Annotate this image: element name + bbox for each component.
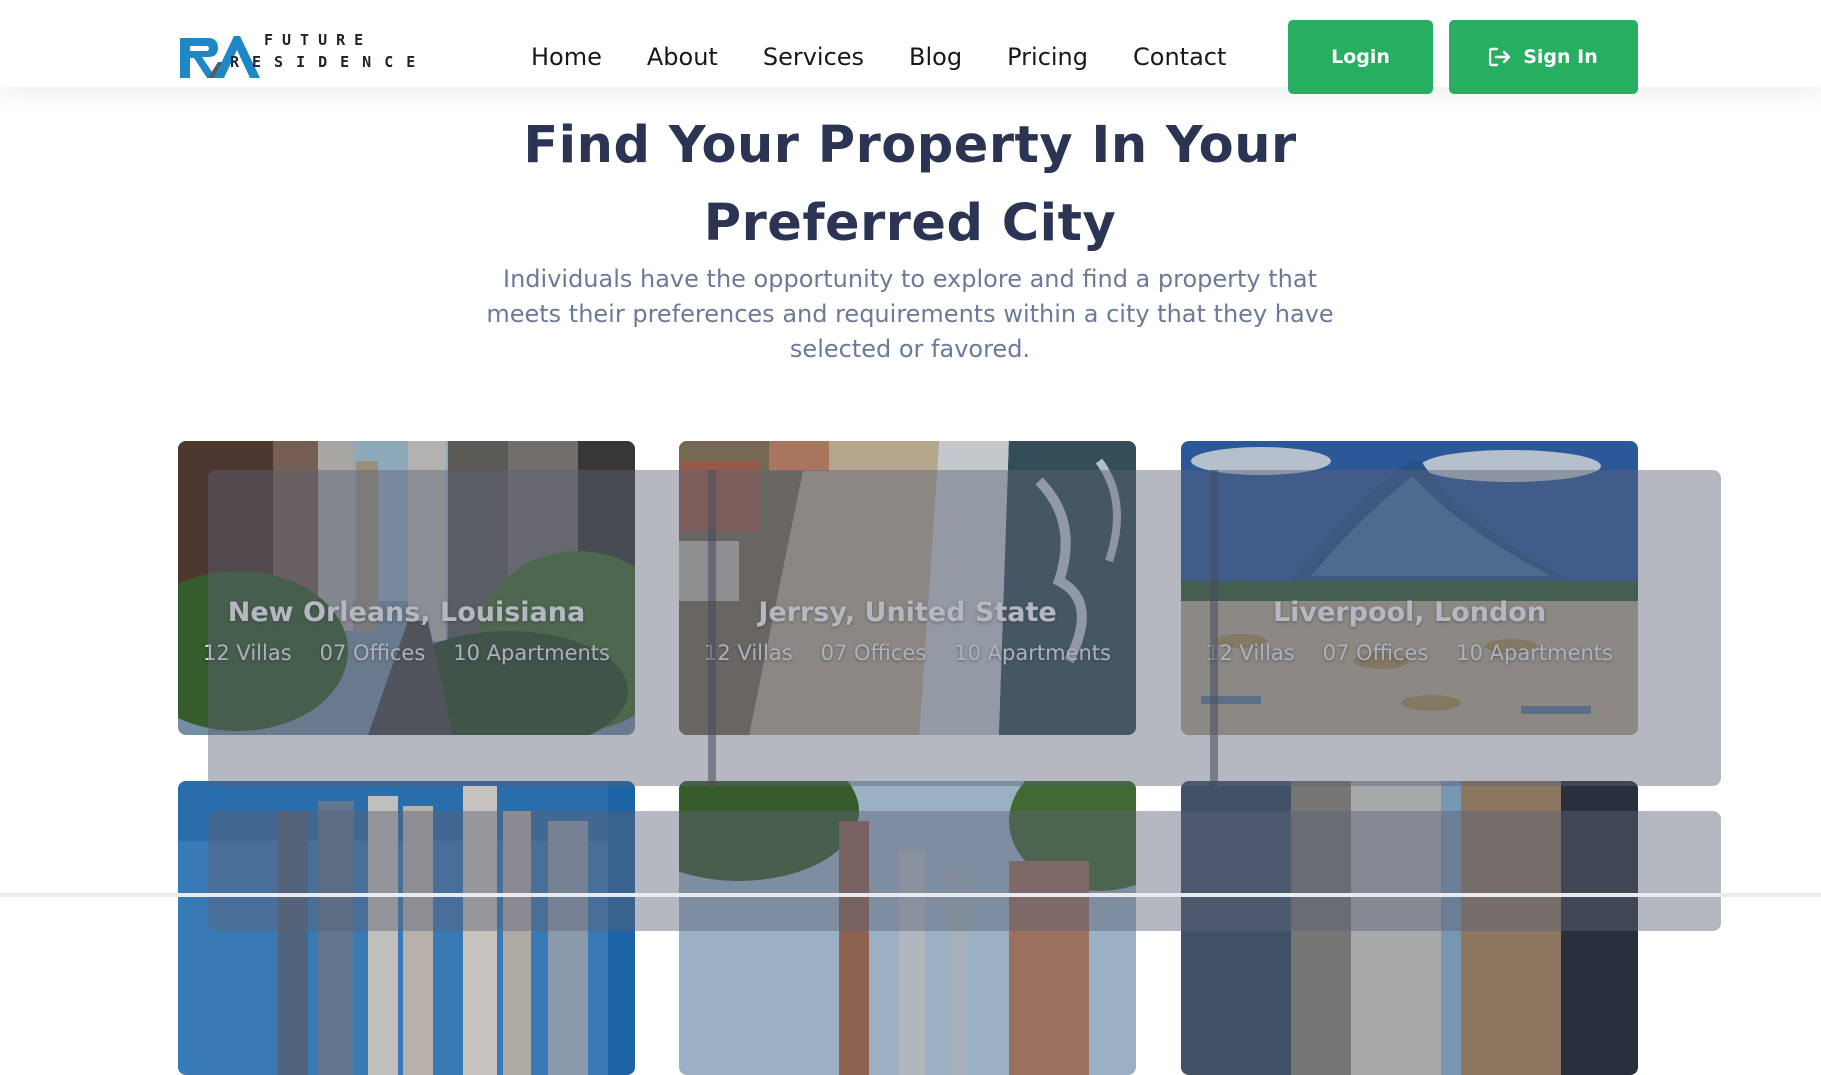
main-nav: Home About Services Blog Pricing Contact: [531, 40, 1271, 74]
nav-services[interactable]: Services: [763, 40, 864, 74]
sign-in-label: Sign In: [1523, 46, 1598, 68]
overlay-divider: [1210, 470, 1218, 786]
nav-contact[interactable]: Contact: [1133, 40, 1226, 74]
brand-name-line2: RESIDENCE: [230, 53, 429, 71]
page-title: Find Your Property In Your Preferred Cit…: [420, 107, 1400, 263]
page-bottom-edge: [0, 893, 1821, 897]
sign-in-icon: [1489, 47, 1511, 67]
nav-home[interactable]: Home: [531, 40, 602, 74]
login-button[interactable]: Login: [1288, 20, 1433, 94]
grid-overlay-row2: [208, 811, 1721, 931]
login-label: Login: [1331, 46, 1390, 68]
nav-pricing[interactable]: Pricing: [1007, 40, 1088, 74]
nav-blog[interactable]: Blog: [909, 40, 962, 74]
sign-in-button[interactable]: Sign In: [1449, 20, 1638, 94]
nav-about[interactable]: About: [647, 40, 718, 74]
page-subtitle: Individuals have the opportunity to expl…: [486, 265, 1334, 363]
grid-overlay-row1: [208, 470, 1721, 786]
page-title-line1: Find Your Property In Your: [523, 116, 1297, 175]
brand-name-line1: FUTURE: [264, 31, 373, 49]
brand-logo[interactable]: FUTURE RESIDENCE: [178, 28, 438, 84]
site-header: FUTURE RESIDENCE Home About Services Blo…: [0, 0, 1821, 94]
overlay-divider: [708, 470, 716, 786]
page-title-line2: Preferred City: [703, 194, 1117, 253]
